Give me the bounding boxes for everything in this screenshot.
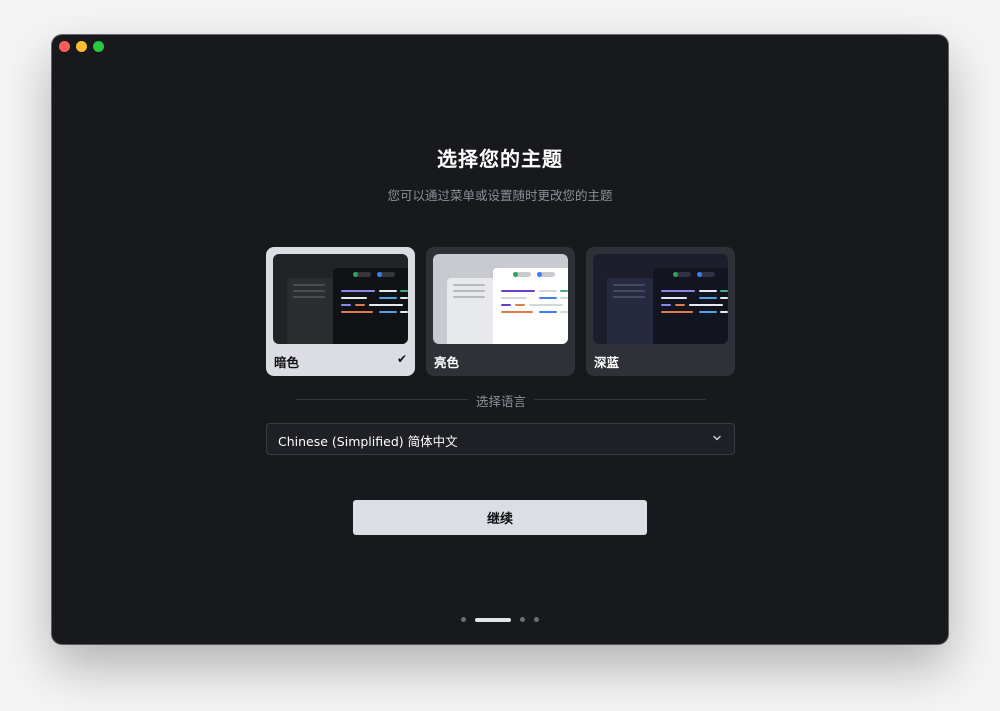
theme-label-deep-blue: 深蓝 — [594, 355, 620, 370]
theme-label-dark: 暗色 — [274, 355, 300, 370]
page-indicator — [52, 617, 948, 622]
theme-options: 暗色 ✔ 亮色 深蓝 — [266, 247, 735, 376]
theme-preview-deep-blue — [593, 254, 728, 344]
zoom-window-button[interactable] — [93, 41, 104, 52]
page-dot-1[interactable] — [461, 617, 466, 622]
language-section-divider: 选择语言 — [296, 390, 706, 409]
page-dot-2-active[interactable] — [475, 617, 511, 622]
chevron-down-icon — [713, 435, 721, 441]
theme-card-light[interactable]: 亮色 — [426, 247, 575, 376]
language-section-label: 选择语言 — [475, 394, 526, 409]
page-dot-4[interactable] — [534, 617, 539, 622]
minimize-window-button[interactable] — [76, 41, 87, 52]
check-icon: ✔ — [396, 352, 407, 366]
onboarding-window: 选择您的主题 您可以通过菜单或设置随时更改您的主题 暗色 ✔ 亮色 深蓝 选择语… — [52, 35, 948, 644]
theme-label-light: 亮色 — [434, 355, 460, 370]
page-title: 选择您的主题 — [437, 147, 563, 171]
language-select[interactable]: Chinese (Simplified) 简体中文 — [266, 423, 735, 455]
page-dot-3[interactable] — [520, 617, 525, 622]
theme-preview-dark — [273, 254, 408, 344]
theme-card-deep-blue[interactable]: 深蓝 — [586, 247, 735, 376]
theme-card-dark[interactable]: 暗色 ✔ — [266, 247, 415, 376]
language-select-value: Chinese (Simplified) 简体中文 — [278, 434, 458, 449]
continue-button[interactable]: 继续 — [353, 500, 647, 535]
close-window-button[interactable] — [59, 41, 70, 52]
page-subtitle: 您可以通过菜单或设置随时更改您的主题 — [387, 188, 613, 203]
theme-preview-light — [433, 254, 568, 344]
window-controls — [59, 41, 104, 52]
